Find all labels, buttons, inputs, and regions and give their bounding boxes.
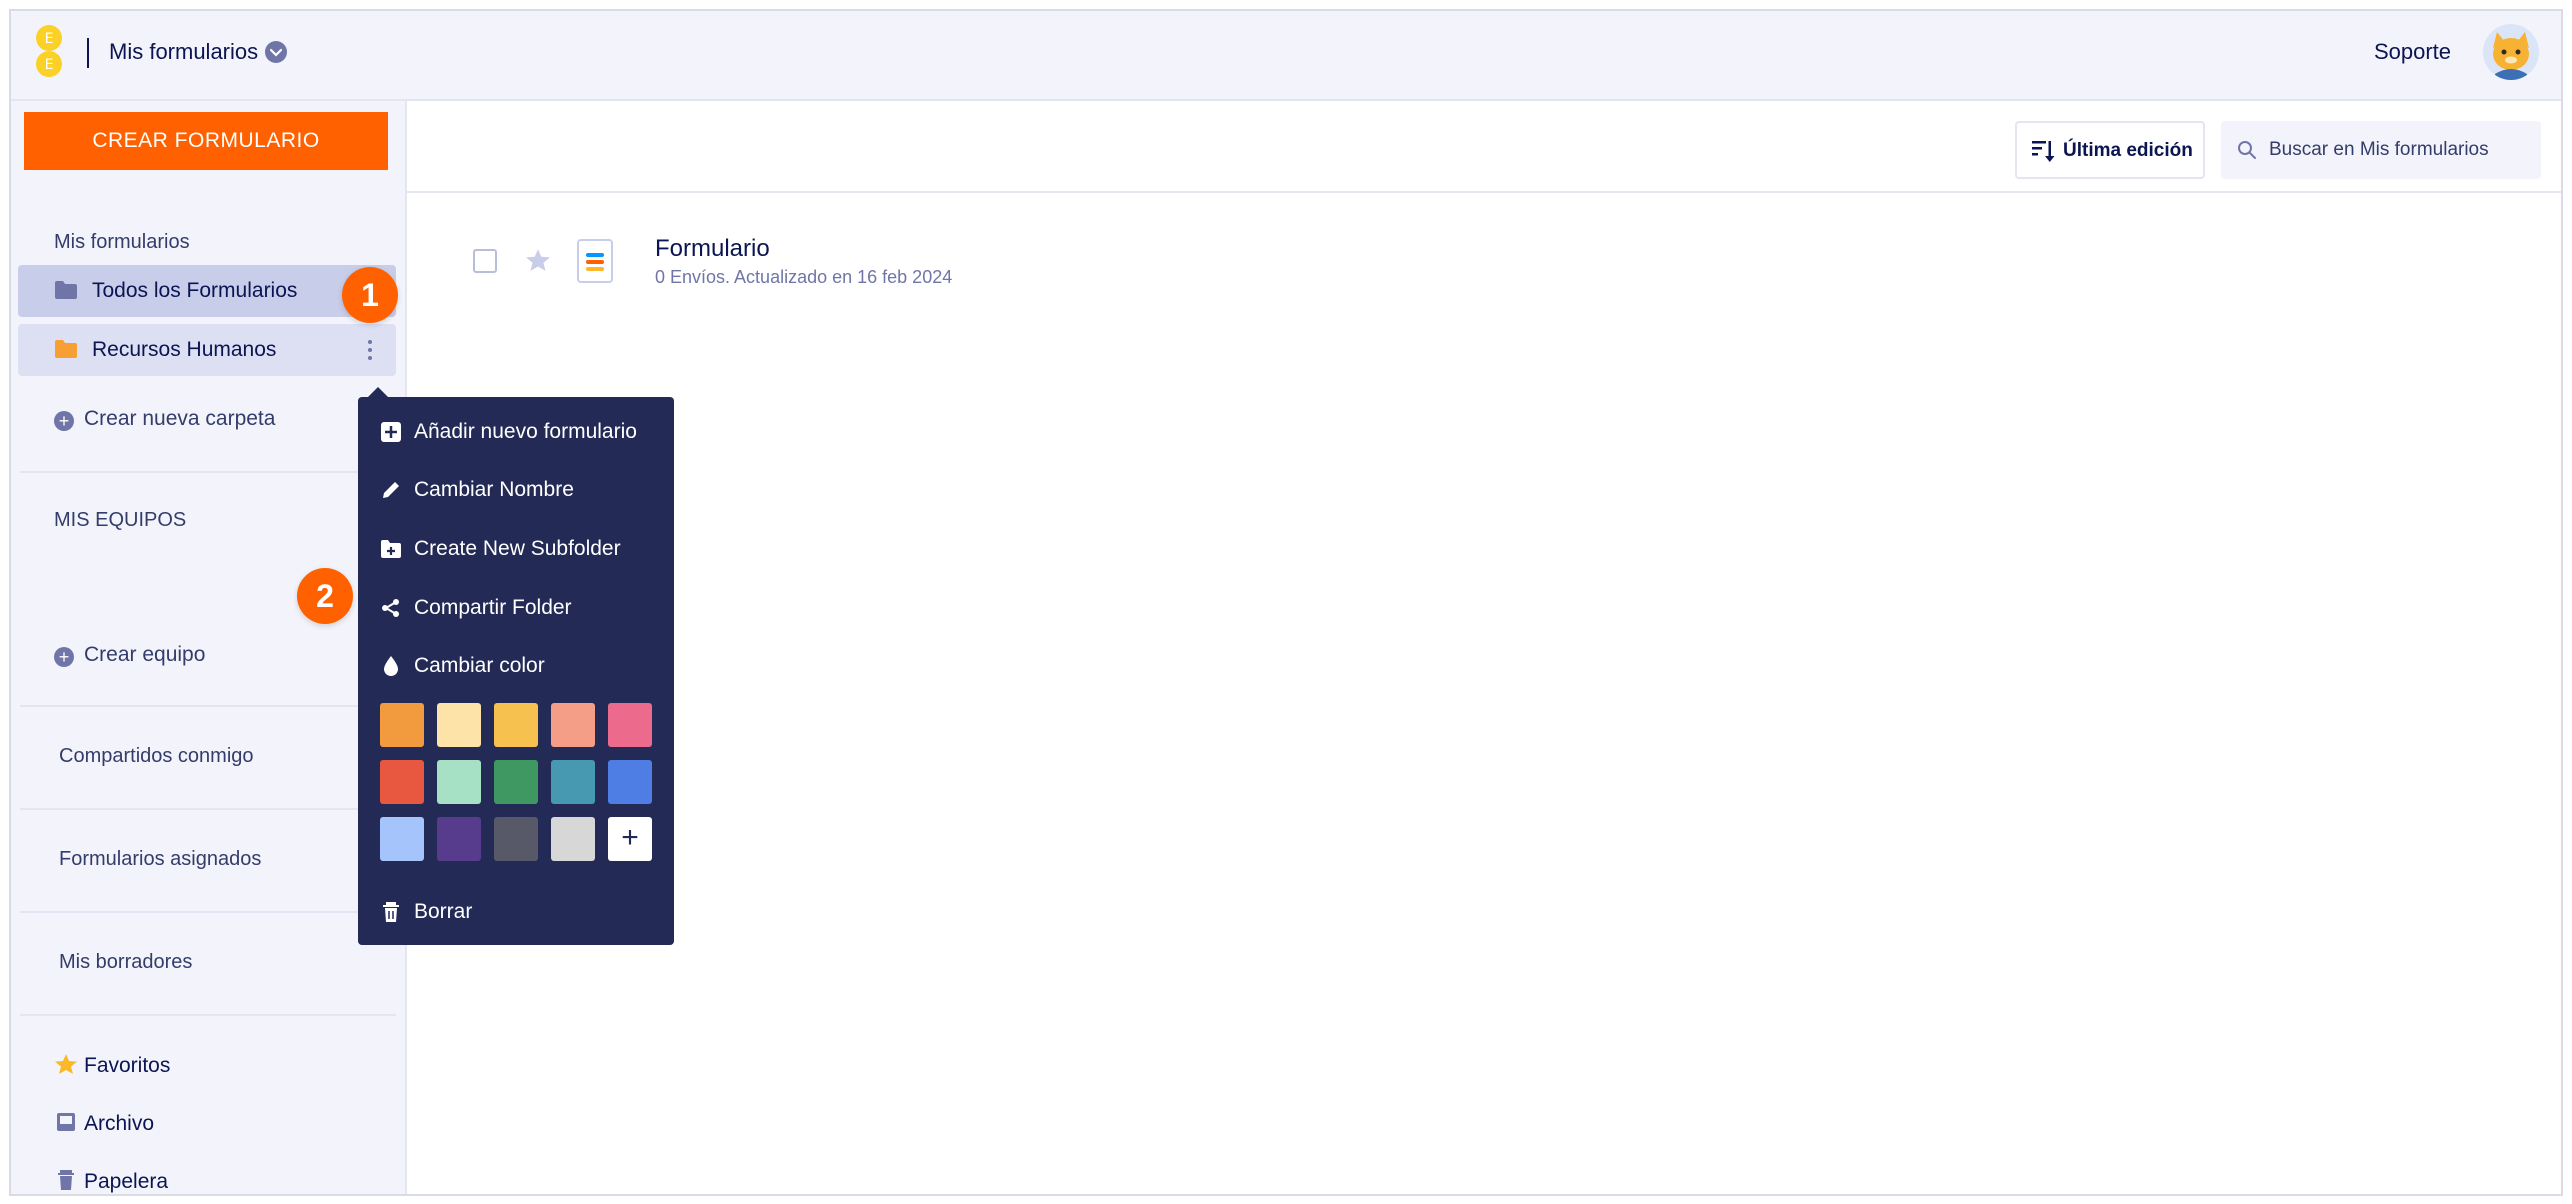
sidebar: CREAR FORMULARIO Mis formularios Todos l…	[11, 101, 407, 1194]
color-swatch[interactable]	[551, 703, 595, 747]
sidebar-item-label: Recursos Humanos	[92, 338, 277, 361]
header-divider	[87, 38, 89, 68]
form-meta: 0 Envíos. Actualizado en 16 feb 2024	[655, 267, 953, 287]
list-item[interactable]: Formulario 0 Envíos. Actualizado en 16 f…	[407, 211, 1307, 291]
sidebar-item-trash[interactable]: Papelera	[54, 1169, 168, 1194]
color-swatch[interactable]	[494, 703, 538, 747]
sidebar-item-assigned[interactable]: Formularios asignados	[59, 848, 261, 871]
folder-icon	[55, 281, 77, 299]
divider	[20, 808, 396, 810]
search-input[interactable]	[2269, 135, 2529, 165]
support-link[interactable]: Soporte	[2374, 39, 2451, 65]
menu-item-label: Compartir Folder	[414, 596, 572, 619]
divider	[20, 1014, 396, 1016]
menu-item-label: Añadir nuevo formulario	[414, 420, 637, 443]
trash-icon	[58, 1170, 74, 1190]
color-swatch[interactable]	[608, 760, 652, 804]
sidebar-item-shared[interactable]: Compartidos conmigo	[59, 745, 254, 768]
form-title[interactable]: Formulario	[655, 235, 770, 263]
form-icon	[577, 239, 613, 283]
color-swatch[interactable]	[437, 703, 481, 747]
color-swatch[interactable]	[608, 703, 652, 747]
sort-icon	[2032, 141, 2055, 162]
color-swatch[interactable]	[437, 817, 481, 861]
trash-icon	[383, 902, 399, 922]
create-folder-label: Crear nueva carpeta	[84, 407, 276, 430]
color-swatch[interactable]	[494, 817, 538, 861]
svg-text:E: E	[45, 57, 54, 73]
step-badge: 1	[342, 267, 398, 323]
my-teams-heading: MIS EQUIPOS	[54, 509, 187, 531]
app-logo[interactable]: E E	[33, 24, 65, 80]
share-icon	[382, 599, 399, 617]
divider	[20, 471, 396, 473]
folder-icon	[55, 340, 77, 358]
create-folder-link[interactable]: + Crear nueva carpeta	[54, 407, 275, 431]
divider	[20, 911, 396, 913]
plus-square-icon	[381, 422, 401, 442]
sidebar-item-recursos-humanos[interactable]: Recursos Humanos	[18, 324, 396, 376]
trash-label: Papelera	[84, 1170, 169, 1193]
step-badge: 2	[297, 568, 353, 624]
create-team-label: Crear equipo	[84, 643, 206, 666]
color-swatch[interactable]	[551, 817, 595, 861]
color-swatch[interactable]	[380, 760, 424, 804]
star-icon[interactable]	[525, 247, 551, 273]
svg-text:E: E	[45, 31, 54, 47]
menu-item-label: Borrar	[414, 900, 473, 923]
avatar[interactable]	[2483, 24, 2539, 80]
custom-color-button[interactable]: +	[608, 817, 652, 861]
search-box[interactable]	[2221, 121, 2541, 179]
search-icon	[2238, 141, 2256, 159]
favorites-label: Favoritos	[84, 1054, 171, 1077]
archive-label: Archivo	[84, 1112, 155, 1135]
sidebar-item-drafts[interactable]: Mis borradores	[59, 951, 192, 974]
color-swatch[interactable]	[437, 760, 481, 804]
divider	[20, 705, 396, 707]
color-swatch[interactable]	[380, 817, 424, 861]
more-options-icon[interactable]	[366, 338, 374, 362]
sidebar-item-all-forms[interactable]: Todos los Formularios	[18, 265, 396, 317]
sidebar-item-label: Todos los Formularios	[92, 279, 298, 302]
plus-circle-icon: +	[54, 647, 74, 667]
color-swatch[interactable]	[494, 760, 538, 804]
inbox-icon	[57, 1113, 75, 1131]
menu-item-label: Cambiar Nombre	[414, 478, 574, 501]
plus-circle-icon: +	[54, 411, 74, 431]
sidebar-item-archive[interactable]: Archivo	[54, 1111, 154, 1136]
folder-context-menu: Añadir nuevo formulario Cambiar Nombre C…	[358, 387, 674, 945]
select-checkbox[interactable]	[473, 249, 497, 273]
app-window: E E Mis formularios Soporte CREAR FORMUL	[9, 9, 2563, 1196]
droplet-icon	[384, 656, 398, 676]
menu-item-label: Cambiar color	[414, 654, 545, 677]
page-title[interactable]: Mis formularios	[109, 39, 258, 65]
chevron-down-icon[interactable]	[265, 41, 287, 63]
folder-plus-icon	[381, 540, 401, 558]
sort-button[interactable]: Última edición	[2015, 121, 2205, 179]
sidebar-item-favorites[interactable]: Favoritos	[54, 1053, 170, 1078]
menu-item-label: Create New Subfolder	[414, 537, 621, 560]
top-bar: E E Mis formularios Soporte	[11, 11, 2561, 101]
create-team-link[interactable]: + Crear equipo	[54, 643, 205, 667]
pencil-icon	[383, 482, 399, 498]
color-swatch[interactable]	[551, 760, 595, 804]
my-forms-heading: Mis formularios	[54, 231, 190, 253]
star-icon	[55, 1054, 77, 1074]
create-form-button[interactable]: CREAR FORMULARIO	[24, 112, 388, 170]
sort-label: Última edición	[2063, 140, 2193, 161]
main-toolbar: Última edición	[407, 101, 2561, 193]
color-swatch[interactable]	[380, 703, 424, 747]
